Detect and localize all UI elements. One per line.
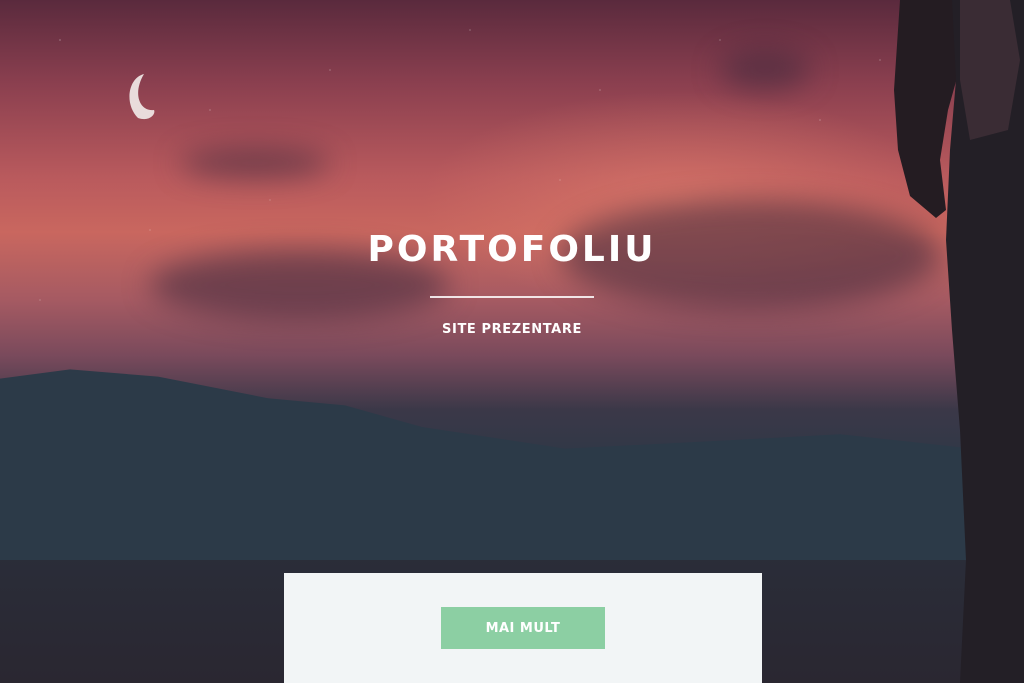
cloud xyxy=(720,50,810,90)
cloud xyxy=(180,148,330,178)
person-silhouette xyxy=(894,0,1024,683)
crescent-moon-icon xyxy=(129,74,155,120)
more-button[interactable]: MAI MULT xyxy=(441,607,605,649)
hero-section: PORTOFOLIU SITE PREZENTARE MAI MULT xyxy=(0,0,1024,683)
page-subtitle: SITE PREZENTARE xyxy=(442,322,582,337)
hero-title-block: PORTOFOLIU SITE PREZENTARE xyxy=(0,228,1024,337)
title-divider xyxy=(430,296,594,298)
cta-panel: MAI MULT xyxy=(284,573,762,683)
page-title: PORTOFOLIU xyxy=(367,229,657,270)
